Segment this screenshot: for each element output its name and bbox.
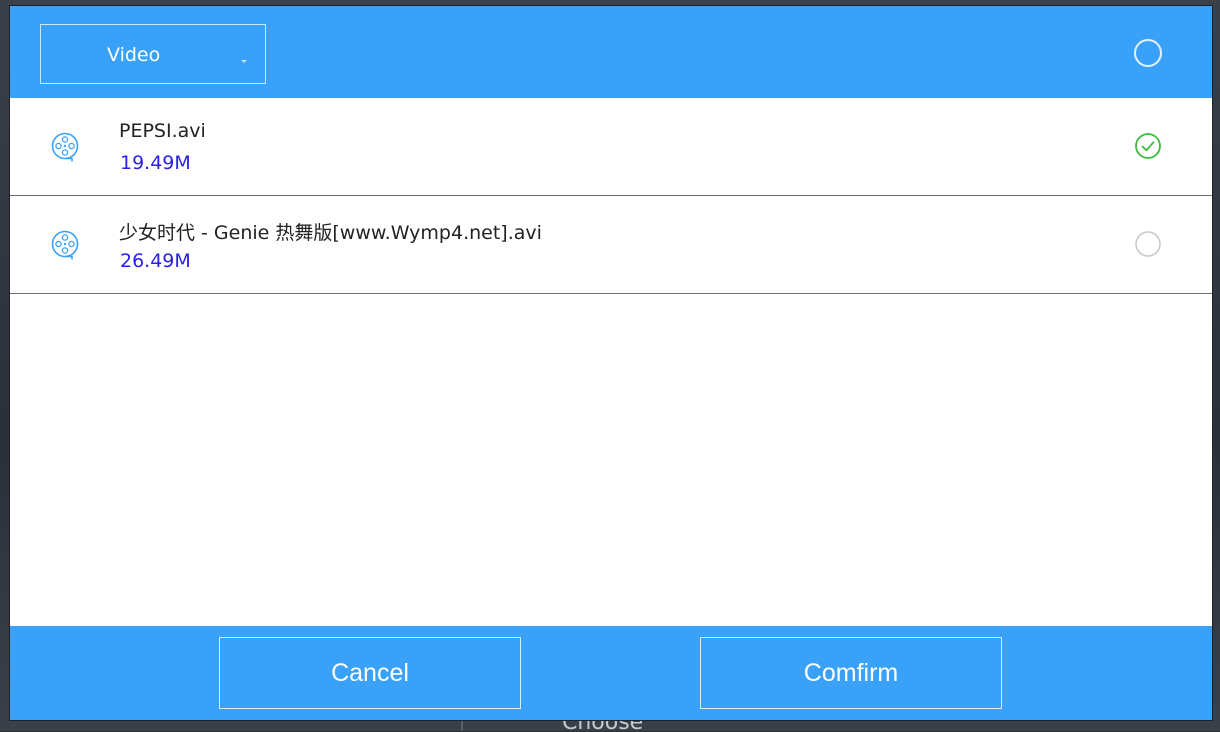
film-reel-icon	[51, 230, 79, 260]
checked-circle-icon[interactable]	[1134, 132, 1162, 160]
file-select-dialog: Video PEPSI.avi 19.49M 少女时代 - Genie 热舞版[…	[10, 6, 1212, 720]
chevron-down-icon	[241, 60, 247, 63]
file-row-pepsi[interactable]: PEPSI.avi 19.49M	[10, 98, 1212, 196]
select-all-radio[interactable]	[1134, 39, 1162, 67]
cancel-button[interactable]: Cancel	[219, 637, 521, 709]
film-reel-icon	[51, 132, 79, 162]
file-name: PEPSI.avi	[119, 120, 206, 142]
file-name: 少女时代 - Genie 热舞版[www.Wymp4.net].avi	[119, 222, 542, 244]
dialog-header: Video	[10, 6, 1212, 98]
file-list: PEPSI.avi 19.49M 少女时代 - Genie 热舞版[www.Wy…	[10, 98, 1212, 294]
file-size: 19.49M	[120, 152, 191, 174]
dialog-footer: Cancel Comfirm	[10, 626, 1212, 720]
unchecked-circle-icon[interactable]	[1134, 230, 1162, 258]
file-type-label: Video	[107, 44, 161, 66]
file-row-genie[interactable]: 少女时代 - Genie 热舞版[www.Wymp4.net].avi 26.4…	[10, 196, 1212, 294]
file-size: 26.49M	[120, 250, 191, 272]
file-type-dropdown[interactable]: Video	[40, 24, 266, 84]
confirm-button[interactable]: Comfirm	[700, 637, 1002, 709]
